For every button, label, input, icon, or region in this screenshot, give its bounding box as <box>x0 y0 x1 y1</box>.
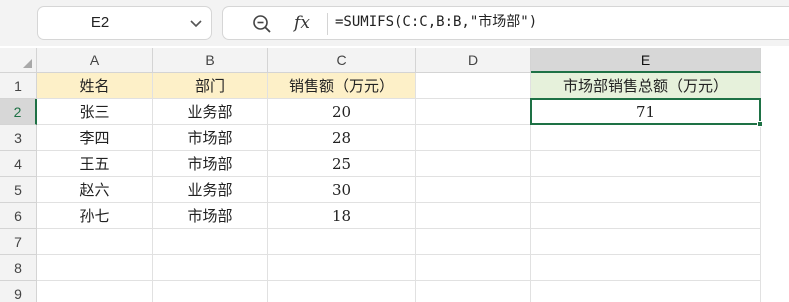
cell-e4[interactable] <box>531 151 761 177</box>
row-header-3[interactable]: 3 <box>0 125 37 151</box>
cell-c2[interactable]: 20 <box>268 99 416 125</box>
cell-a1[interactable]: 姓名 <box>37 73 153 99</box>
cell-d2[interactable] <box>416 99 531 125</box>
chevron-down-icon[interactable] <box>188 15 204 31</box>
cell-e6[interactable] <box>531 203 761 229</box>
cell-e8[interactable] <box>531 255 761 281</box>
cell-c4[interactable]: 25 <box>268 151 416 177</box>
cell-d5[interactable] <box>416 177 531 203</box>
cell-d4[interactable] <box>416 151 531 177</box>
cell-b6[interactable]: 市场部 <box>153 203 268 229</box>
select-all-corner[interactable] <box>0 48 37 73</box>
row-header-4[interactable]: 4 <box>0 151 37 177</box>
cell-c8[interactable] <box>268 255 416 281</box>
row-header-8[interactable]: 8 <box>0 255 37 281</box>
zoom-icon[interactable] <box>251 13 273 35</box>
row-header-5[interactable]: 5 <box>0 177 37 203</box>
formula-separator <box>327 13 328 35</box>
cell-a6[interactable]: 孙七 <box>37 203 153 229</box>
cell-b5[interactable]: 业务部 <box>153 177 268 203</box>
cell-b1[interactable]: 部门 <box>153 73 268 99</box>
cell-e2[interactable]: 71 <box>531 99 761 125</box>
cell-b3[interactable]: 市场部 <box>153 125 268 151</box>
formula-bar: E2 fx =SUMIFS(C:C,B:B,"市场部") <box>0 0 789 46</box>
cell-b8[interactable] <box>153 255 268 281</box>
column-header-d[interactable]: D <box>416 48 531 73</box>
cell-a5[interactable]: 赵六 <box>37 177 153 203</box>
cell-e7[interactable] <box>531 229 761 255</box>
cell-d8[interactable] <box>416 255 531 281</box>
cell-d9[interactable] <box>416 281 531 302</box>
formula-box: fx =SUMIFS(C:C,B:B,"市场部") <box>222 6 789 40</box>
cell-b2[interactable]: 业务部 <box>153 99 268 125</box>
cell-a7[interactable] <box>37 229 153 255</box>
cell-d7[interactable] <box>416 229 531 255</box>
cell-e9[interactable] <box>531 281 761 302</box>
select-all-triangle-icon <box>23 59 32 68</box>
column-header-c[interactable]: C <box>268 48 416 73</box>
cell-c9[interactable] <box>268 281 416 302</box>
cell-e5[interactable] <box>531 177 761 203</box>
cell-b9[interactable] <box>153 281 268 302</box>
cell-c1[interactable]: 销售额（万元） <box>268 73 416 99</box>
cell-c5[interactable]: 30 <box>268 177 416 203</box>
fx-icon[interactable]: fx <box>287 9 317 37</box>
name-box-value[interactable]: E2 <box>38 7 162 39</box>
cell-a8[interactable] <box>37 255 153 281</box>
column-header-a[interactable]: A <box>37 48 153 73</box>
row-header-1[interactable]: 1 <box>0 73 37 99</box>
name-box[interactable]: E2 <box>37 6 212 40</box>
spreadsheet-grid: A B C D E 1 姓名 部门 销售额（万元） 市场部销售总额（万元） 2 张三 业务部 20 71 3 李… <box>0 48 789 302</box>
row-header-7[interactable]: 7 <box>0 229 37 255</box>
cell-c3[interactable]: 28 <box>268 125 416 151</box>
cell-d3[interactable] <box>416 125 531 151</box>
column-header-e[interactable]: E <box>531 48 761 73</box>
cell-e1[interactable]: 市场部销售总额（万元） <box>531 73 761 99</box>
cell-c7[interactable] <box>268 229 416 255</box>
cell-e3[interactable] <box>531 125 761 151</box>
row-header-9[interactable]: 9 <box>0 281 37 302</box>
cell-b7[interactable] <box>153 229 268 255</box>
formula-input[interactable]: =SUMIFS(C:C,B:B,"市场部") <box>335 7 537 39</box>
cell-d1[interactable] <box>416 73 531 99</box>
cell-a3[interactable]: 李四 <box>37 125 153 151</box>
cell-b4[interactable]: 市场部 <box>153 151 268 177</box>
cell-a4[interactable]: 王五 <box>37 151 153 177</box>
row-header-6[interactable]: 6 <box>0 203 37 229</box>
cell-a9[interactable] <box>37 281 153 302</box>
cell-a2[interactable]: 张三 <box>37 99 153 125</box>
fill-handle[interactable] <box>757 121 763 127</box>
cell-c6[interactable]: 18 <box>268 203 416 229</box>
row-header-2[interactable]: 2 <box>0 99 37 125</box>
cell-d6[interactable] <box>416 203 531 229</box>
column-header-b[interactable]: B <box>153 48 268 73</box>
